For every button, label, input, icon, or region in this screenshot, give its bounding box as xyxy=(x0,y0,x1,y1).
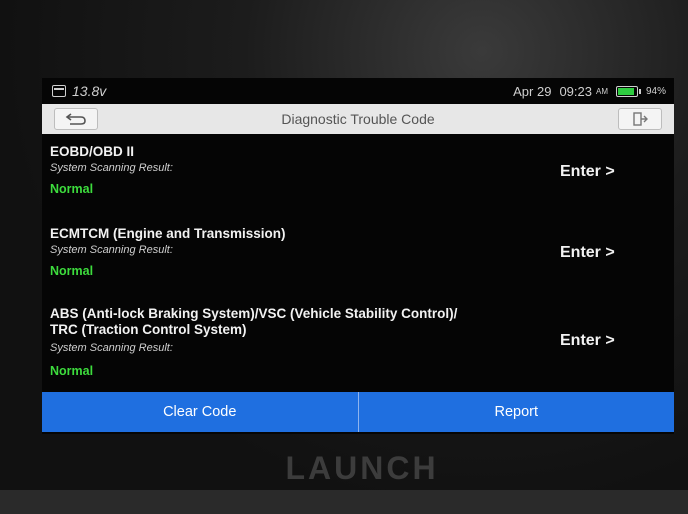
system-scan-label: System Scanning Result: xyxy=(50,342,173,354)
title-bar: Diagnostic Trouble Code xyxy=(42,104,674,134)
system-status: Normal xyxy=(50,364,94,378)
enter-button[interactable]: Enter > xyxy=(560,244,615,262)
battery-icon xyxy=(615,85,641,97)
clear-code-button[interactable]: Clear Code xyxy=(42,392,358,432)
system-name-line1: ABS (Anti-lock Braking System)/VSC (Vehi… xyxy=(50,306,458,321)
list-item: ECMTCM (Engine and Transmission) System … xyxy=(42,218,674,290)
calendar-icon xyxy=(52,85,66,97)
system-name: ECMTCM (Engine and Transmission) xyxy=(50,226,286,241)
voltage-readout: 13.8v xyxy=(72,83,107,99)
status-date: Apr 29 xyxy=(513,83,552,99)
system-name: ABS (Anti-lock Braking System)/VSC (Vehi… xyxy=(50,306,550,338)
system-list: EOBD/OBD II System Scanning Result: Norm… xyxy=(42,138,674,392)
enter-button[interactable]: Enter > xyxy=(560,332,615,350)
system-status: Normal xyxy=(50,182,94,196)
device-brand-logo: LAUNCH xyxy=(285,450,439,486)
list-item: EOBD/OBD II System Scanning Result: Norm… xyxy=(42,138,674,210)
enter-button[interactable]: Enter > xyxy=(560,163,615,181)
exit-icon xyxy=(633,112,648,126)
device-screen: 13.8v Apr 29 09:23 AM 94% Diagnostic Tro… xyxy=(42,78,674,434)
back-button[interactable] xyxy=(54,108,98,130)
bottom-action-bar: Clear Code Report xyxy=(42,392,674,432)
list-item: ABS (Anti-lock Braking System)/VSC (Vehi… xyxy=(42,302,674,392)
system-name-line2: TRC (Traction Control System) xyxy=(50,322,247,337)
status-time: 09:23 xyxy=(559,83,592,99)
report-button[interactable]: Report xyxy=(359,392,675,432)
battery-percent: 94% xyxy=(645,85,666,97)
battery-level-fill xyxy=(617,87,634,95)
status-bar: 13.8v Apr 29 09:23 AM 94% xyxy=(42,78,674,102)
page-title: Diagnostic Trouble Code xyxy=(281,111,435,127)
system-scan-label: System Scanning Result: xyxy=(50,244,173,256)
back-arrow-icon xyxy=(65,113,86,125)
system-scan-label: System Scanning Result: xyxy=(50,162,173,174)
system-name: EOBD/OBD II xyxy=(50,144,135,159)
exit-button[interactable] xyxy=(618,108,662,130)
device-edge xyxy=(0,490,688,514)
status-ampm: AM xyxy=(595,86,608,96)
system-status: Normal xyxy=(50,264,94,278)
